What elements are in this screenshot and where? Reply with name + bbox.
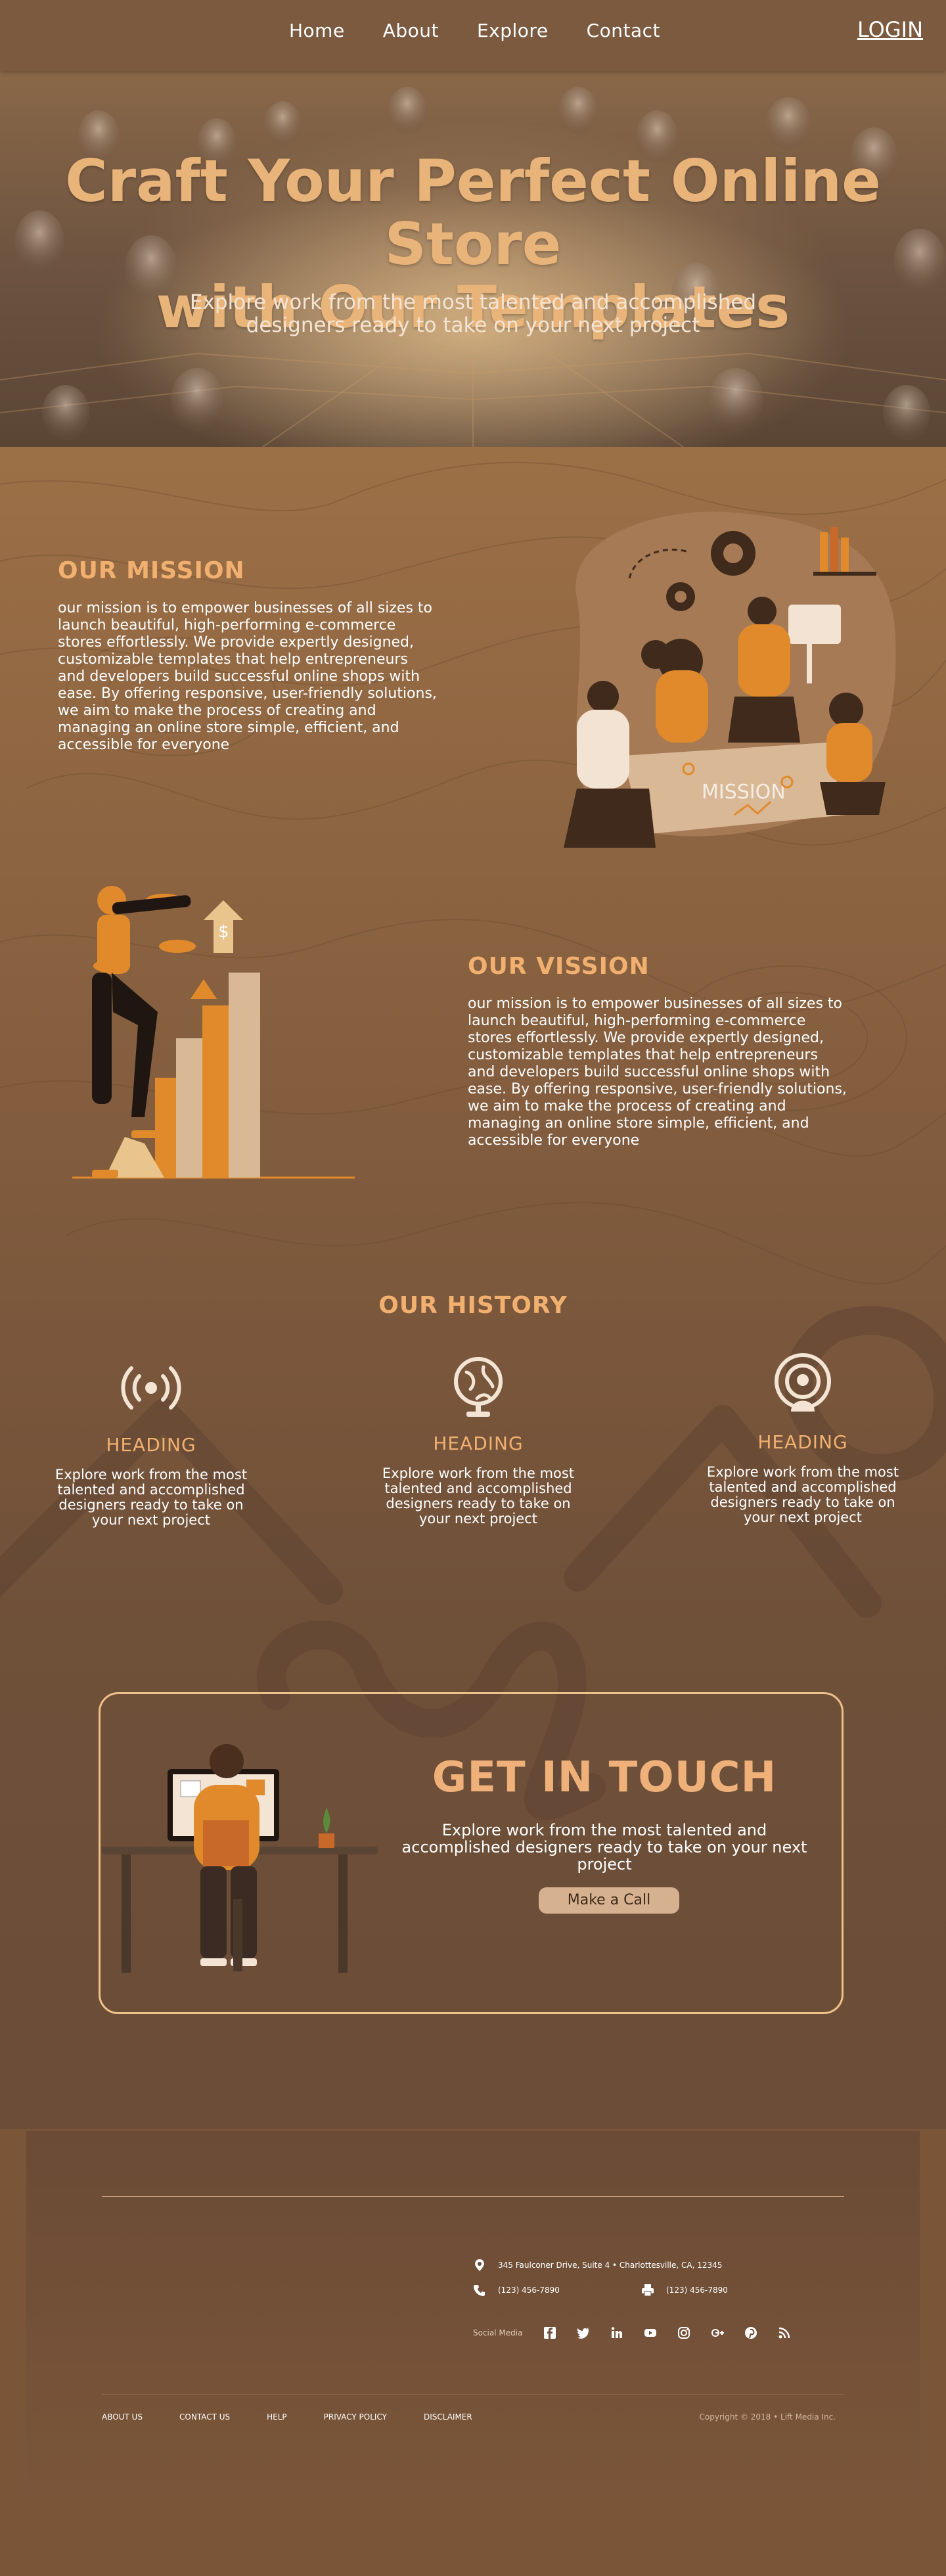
location-pin-icon	[475, 2259, 484, 2271]
phone-link[interactable]: (123) 456-7890	[498, 2286, 560, 2295]
printer-icon	[642, 2284, 654, 2297]
history-item-3: HEADING Explore work from the most talen…	[704, 1351, 901, 1525]
footer-help-link[interactable]: HELP	[267, 2412, 287, 2422]
instagram-icon[interactable]	[677, 2326, 690, 2339]
copyright-text: Copyright © 2018 • Lift Media Inc.	[699, 2412, 836, 2422]
footer-divider-bottom	[102, 2394, 844, 2395]
vision-telescope-illustration: $	[72, 886, 355, 1179]
pinterest-icon[interactable]	[744, 2326, 757, 2339]
footer	[26, 2131, 920, 2493]
history-item-text: Explore work from the most talented and …	[382, 1465, 575, 1527]
social-media-label: Social Media	[473, 2328, 523, 2337]
phone-icon	[474, 2285, 485, 2296]
footer-about-us-link[interactable]: ABOUT US	[102, 2412, 143, 2422]
nav-contact-link[interactable]: Contact	[587, 20, 660, 41]
hero-section: Craft Your Perfect Online Store with Our…	[0, 71, 946, 447]
login-link[interactable]: LOGIN	[857, 17, 923, 42]
podcast-icon	[775, 1353, 831, 1412]
hero-subtitle: Explore work from the most talented and …	[189, 290, 757, 337]
nav-about-link[interactable]: About	[383, 20, 439, 41]
history-item-heading: HEADING	[433, 1433, 524, 1454]
history-item-2: HEADING Explore work from the most talen…	[380, 1352, 577, 1527]
contact-subtitle: Explore work from the most talented and …	[401, 1821, 807, 1874]
desk-worker-illustration	[102, 1744, 378, 1973]
mission-text: our mission is to empower businesses of …	[58, 600, 437, 753]
history-heading: OUR HISTORY	[378, 1292, 568, 1319]
twitter-icon[interactable]	[577, 2326, 590, 2339]
footer-links: ABOUT US CONTACT US HELP PRIVACY POLICY …	[102, 2412, 509, 2422]
google-plus-icon[interactable]	[711, 2326, 725, 2339]
nav-home-link[interactable]: Home	[289, 20, 345, 41]
footer-address: 345 Faulconer Drive, Suite 4 • Charlotte…	[473, 2259, 722, 2272]
history-item-text: Explore work from the most talented and …	[706, 1464, 899, 1525]
dollar-icon: $	[218, 922, 229, 942]
rss-icon[interactable]	[778, 2326, 791, 2339]
address-text: 345 Faulconer Drive, Suite 4 • Charlotte…	[498, 2261, 723, 2270]
globe-icon	[454, 1357, 503, 1417]
nav-links: Home About Explore Contact	[289, 20, 698, 41]
vision-text: our mission is to empower businesses of …	[468, 996, 847, 1149]
footer-divider-top	[102, 2196, 844, 2197]
top-nav: Home About Explore Contact LOGIN	[0, 0, 946, 71]
broadcast-icon	[121, 1366, 181, 1410]
hero-title-line1: Craft Your Perfect Online Store	[65, 147, 881, 278]
vision-heading: OUR VISSION	[468, 953, 650, 980]
footer-privacy-policy-link[interactable]: PRIVACY POLICY	[324, 2412, 387, 2422]
contact-title: GET IN TOUCH	[432, 1753, 777, 1802]
youtube-icon[interactable]	[644, 2326, 657, 2339]
history-item-heading: HEADING	[757, 1431, 848, 1453]
mission-team-illustration: MISSION	[564, 511, 896, 848]
make-a-call-button[interactable]: Make a Call	[539, 1887, 679, 1914]
footer-disclaimer-link[interactable]: DISCLAIMER	[424, 2412, 472, 2422]
footer-phone: (123) 456-7890	[473, 2284, 560, 2297]
facebook-icon[interactable]	[543, 2326, 556, 2339]
fax-text: (123) 456-7890	[666, 2286, 728, 2295]
social-media-row: Social Media	[473, 2326, 811, 2339]
mission-heading: OUR MISSION	[58, 557, 245, 584]
history-item-1: HEADING Explore work from the most talen…	[53, 1354, 250, 1528]
footer-fax: (123) 456-7890	[641, 2284, 728, 2297]
history-item-heading: HEADING	[106, 1434, 196, 1456]
footer-contact-us-link[interactable]: CONTACT US	[179, 2412, 230, 2422]
linkedin-icon[interactable]	[610, 2326, 623, 2339]
mission-board-label: MISSION	[702, 781, 786, 804]
history-item-text: Explore work from the most talented and …	[55, 1467, 248, 1528]
nav-explore-link[interactable]: Explore	[477, 20, 549, 41]
